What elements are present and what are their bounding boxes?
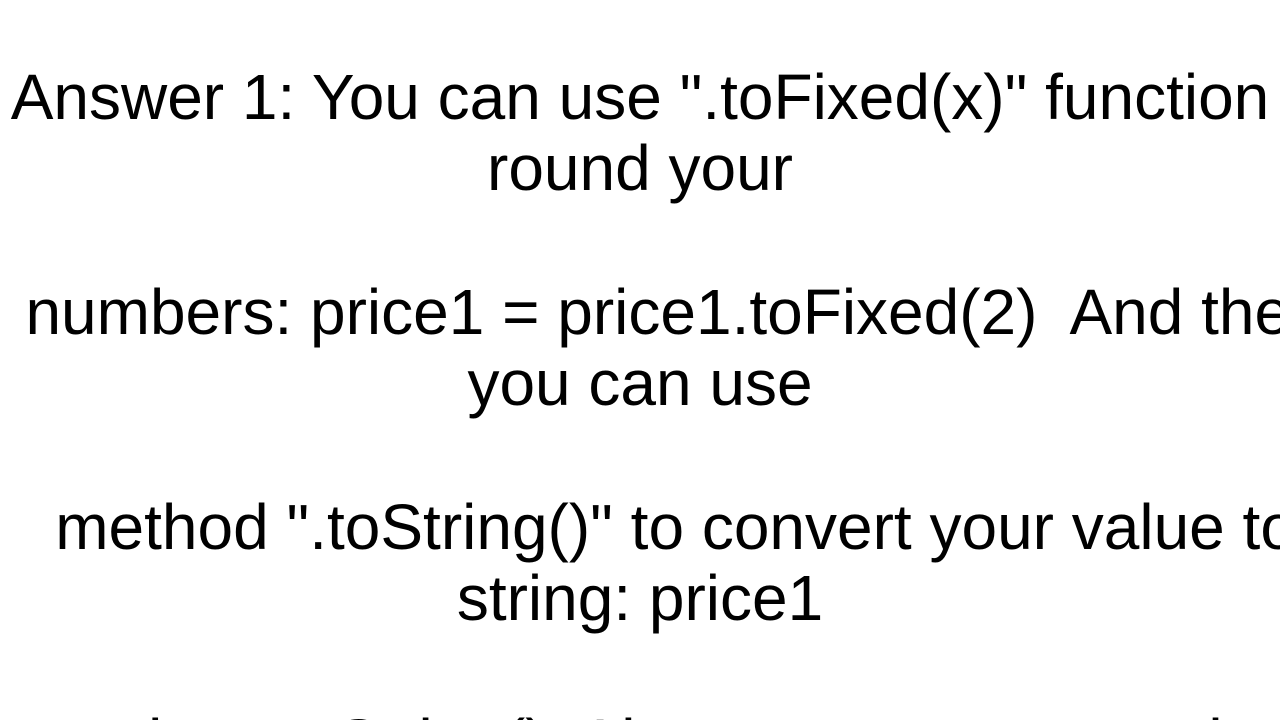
answer-text-block: Answer 1: You can use ".toFixed(x)" func… — [0, 0, 1280, 720]
answer-line-1: numbers: price1 = price1.toFixed(2) And … — [25, 276, 1280, 420]
document-viewport: Answer 1: You can use ".toFixed(x)" func… — [0, 0, 1280, 720]
answer-line-2: method ".toString()" to convert your val… — [55, 491, 1280, 635]
answer-line-3: = price1.toString() Also, you can use me… — [36, 706, 1280, 720]
answer-line-0: Answer 1: You can use ".toFixed(x)" func… — [11, 61, 1280, 205]
